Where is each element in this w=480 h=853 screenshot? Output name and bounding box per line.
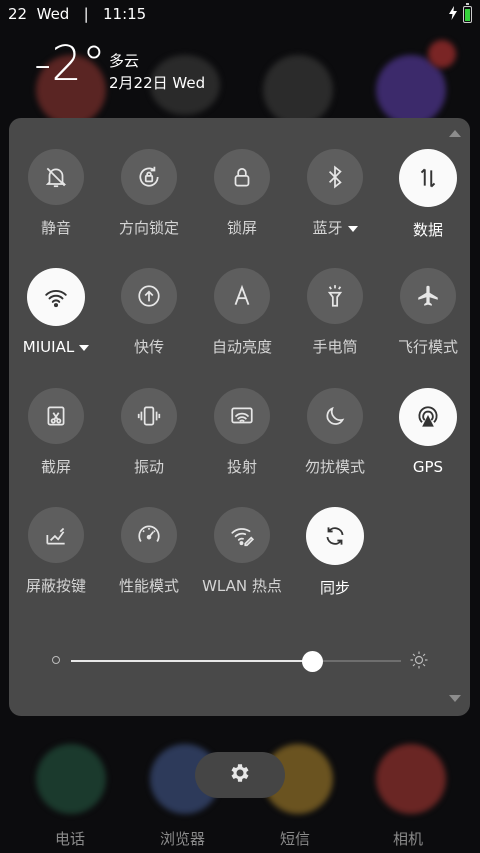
control-center-panel: 静音 方向锁定 锁屏 蓝牙 数据 MIUIAL 快传 自动亮度 手电筒 飞行模式…: [9, 118, 470, 716]
tile-sync[interactable]: 同步: [288, 507, 382, 598]
tile-airplane-mode[interactable]: 飞行模式: [381, 268, 475, 357]
vibrate-icon: [121, 388, 177, 444]
dock-label-browser: 浏览器: [160, 830, 206, 848]
gear-icon: [228, 761, 252, 789]
tile-quick-transfer[interactable]: 快传: [102, 268, 196, 357]
tile-label: 屏蔽按键: [25, 577, 86, 595]
tile-mute[interactable]: 静音: [9, 149, 103, 238]
dropdown-icon[interactable]: [347, 225, 358, 232]
brightness-slider[interactable]: [49, 650, 429, 672]
brightness-high-icon: [409, 650, 429, 670]
bell-off-icon: [28, 149, 84, 205]
tile-lock-screen[interactable]: 锁屏: [195, 149, 289, 238]
tile-rotation-lock[interactable]: 方向锁定: [102, 149, 196, 238]
tile-label: 飞行模式: [397, 338, 458, 356]
lock-icon: [214, 149, 270, 205]
tile-bluetooth[interactable]: 蓝牙: [288, 149, 382, 238]
block-keys-icon: [28, 507, 84, 563]
tile-label: 自动亮度: [211, 338, 272, 356]
expand-chevron-icon[interactable]: [449, 695, 461, 702]
tile-do-not-disturb[interactable]: 勿扰模式: [288, 388, 382, 477]
settings-button[interactable]: [195, 752, 285, 798]
tile-label: 手电筒: [312, 338, 358, 356]
tile-vibrate[interactable]: 振动: [102, 388, 196, 477]
weather-date: 2月22日 Wed: [109, 74, 206, 92]
speedometer-icon: [121, 507, 177, 563]
weather-temperature: -2°: [34, 36, 106, 92]
collapse-chevron-icon[interactable]: [449, 130, 461, 137]
tile-label: 方向锁定: [118, 219, 179, 237]
tile-label: 静音: [40, 219, 71, 237]
tile-label: 性能模式: [118, 577, 179, 595]
auto-brightness-icon: [214, 268, 270, 324]
tile-flashlight[interactable]: 手电筒: [288, 268, 382, 357]
brightness-fill: [71, 660, 312, 662]
tile-label: 振动: [133, 458, 164, 476]
tile-label-wrap: MIUIAL: [9, 338, 103, 356]
sync-icon: [306, 507, 364, 565]
tile-block-keys[interactable]: 屏蔽按键: [9, 507, 103, 596]
tile-label: WLAN 热点: [202, 577, 282, 595]
tile-label: MIUIAL: [22, 338, 75, 356]
dock-label-camera: 相机: [393, 830, 424, 848]
tile-label: 截屏: [40, 458, 71, 476]
flashlight-icon: [307, 268, 363, 324]
tile-wifi[interactable]: MIUIAL: [9, 268, 103, 356]
tile-gps[interactable]: GPS: [381, 388, 475, 476]
brightness-track[interactable]: [71, 651, 401, 672]
status-date-time: 22 Wed | 11:15: [8, 5, 147, 23]
dock-label-messages: 短信: [280, 830, 311, 848]
tile-label: 勿扰模式: [304, 458, 365, 476]
tile-wlan-hotspot[interactable]: WLAN 热点: [195, 507, 289, 596]
hotspot-icon: [214, 507, 270, 563]
tile-label-wrap: 蓝牙: [288, 217, 382, 238]
tile-label: 锁屏: [226, 219, 257, 237]
dock-label-phone: 电话: [55, 830, 86, 848]
tile-mobile-data[interactable]: 数据: [381, 149, 475, 240]
tile-label: 数据: [412, 221, 443, 239]
tile-performance-mode[interactable]: 性能模式: [102, 507, 196, 596]
brightness-thumb[interactable]: [301, 651, 323, 672]
moon-icon: [307, 388, 363, 444]
mobile-data-icon: [399, 149, 457, 207]
charging-icon: [449, 5, 457, 24]
status-bar: 22 Wed | 11:15: [0, 0, 480, 28]
tile-cast[interactable]: 投射: [195, 388, 289, 477]
weather-description: 多云: [109, 52, 140, 70]
tile-screenshot[interactable]: 截屏: [9, 388, 103, 477]
wifi-icon: [27, 268, 85, 326]
dropdown-icon[interactable]: [79, 344, 90, 351]
tile-label: 投射: [226, 458, 257, 476]
bluetooth-icon: [307, 149, 363, 205]
battery-icon: [463, 3, 472, 23]
gps-icon: [399, 388, 457, 446]
quick-transfer-icon: [121, 268, 177, 324]
screenshot-icon: [28, 388, 84, 444]
tile-label: 蓝牙: [312, 219, 343, 237]
tile-label: 快传: [133, 338, 164, 356]
cast-icon: [214, 388, 270, 444]
tile-label: 同步: [319, 579, 350, 597]
brightness-low-icon: [52, 656, 60, 664]
tile-label: GPS: [412, 458, 444, 476]
rotation-lock-icon: [121, 149, 177, 205]
airplane-icon: [400, 268, 456, 324]
tile-auto-brightness[interactable]: 自动亮度: [195, 268, 289, 357]
